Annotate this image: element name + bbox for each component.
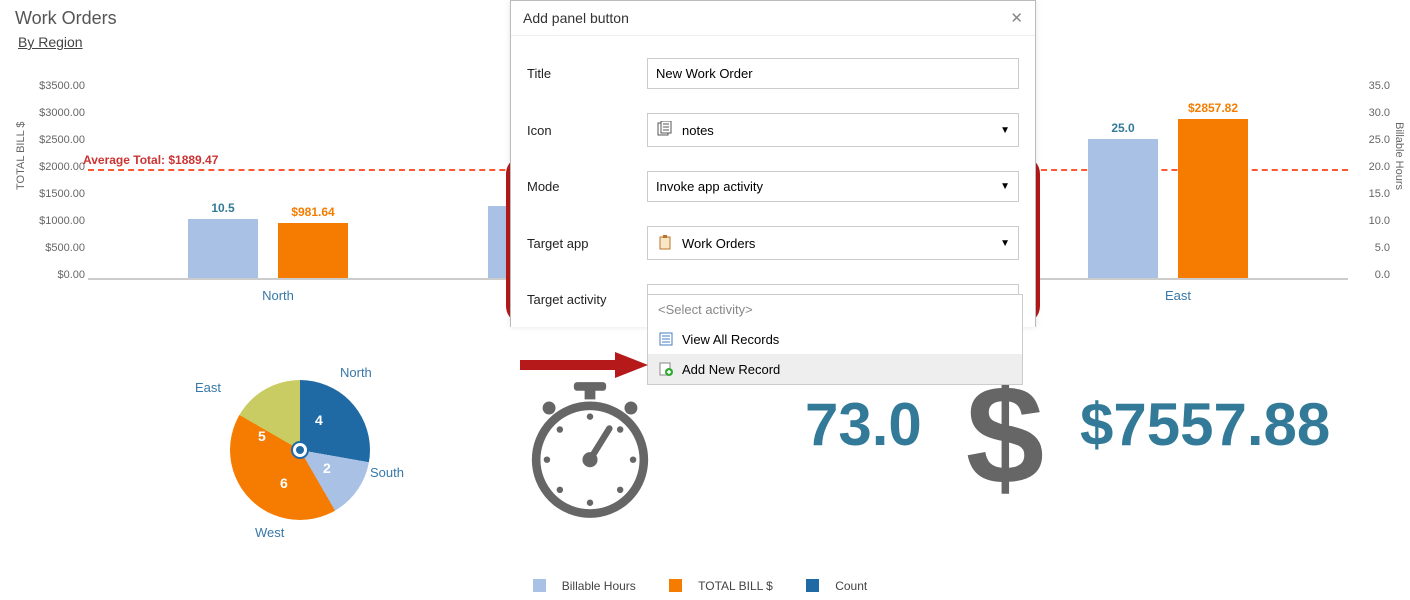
dropdown-option-view-all[interactable]: View All Records bbox=[648, 324, 1022, 354]
pie-chart[interactable]: 4 2 6 5 bbox=[230, 380, 370, 520]
close-icon[interactable]: ✕ bbox=[1010, 9, 1023, 27]
chart-legend: Billable Hours TOTAL BILL $ Count bbox=[0, 579, 1410, 596]
chevron-down-icon: ▼ bbox=[1000, 238, 1010, 249]
right-axis-label: Billable Hours bbox=[1393, 122, 1405, 190]
stopwatch-icon bbox=[525, 380, 655, 525]
chevron-down-icon: ▼ bbox=[1000, 125, 1010, 136]
icon-label: Icon bbox=[527, 123, 647, 138]
svg-text:$: $ bbox=[966, 375, 1044, 505]
target-activity-dropdown: <Select activity> View All Records Add N… bbox=[647, 294, 1023, 385]
kpi-dollar-value: $7557.88 bbox=[1080, 390, 1330, 459]
pie-slice-north-count: 4 bbox=[315, 412, 323, 428]
category-north: North bbox=[178, 288, 378, 303]
legend-item-count[interactable]: Count bbox=[806, 579, 877, 593]
add-panel-button-modal: Add panel button ✕ Title Icon notes ▼ Mo… bbox=[510, 0, 1036, 327]
pie-label-east: East bbox=[195, 380, 221, 395]
dropdown-option-add-new[interactable]: Add New Record bbox=[648, 354, 1022, 384]
pie-chart-area: 4 2 6 5 North South West East bbox=[175, 360, 425, 570]
pie-slice-east-count: 5 bbox=[258, 428, 266, 444]
modal-title: Add panel button bbox=[523, 10, 629, 26]
bar-east-hours[interactable]: 25.0 bbox=[1088, 139, 1158, 278]
chevron-down-icon: ▼ bbox=[1000, 181, 1010, 192]
bar-east-bill[interactable]: $2857.82 bbox=[1178, 119, 1248, 278]
bar-north-hours[interactable]: 10.5 bbox=[188, 219, 258, 278]
target-app-label: Target app bbox=[527, 236, 647, 251]
pie-label-south: South bbox=[370, 465, 404, 480]
legend-item-hours[interactable]: Billable Hours bbox=[533, 579, 646, 593]
left-axis-label: TOTAL BILL $ bbox=[15, 122, 27, 190]
mode-select[interactable]: Invoke app activity ▼ bbox=[647, 171, 1019, 202]
legend-item-bill[interactable]: TOTAL BILL $ bbox=[669, 579, 783, 593]
dollar-icon: $ bbox=[955, 375, 1055, 510]
kpi-hours-value: 73.0 bbox=[805, 390, 922, 459]
pie-slice-west-count: 6 bbox=[280, 475, 288, 491]
category-east: East bbox=[1078, 288, 1278, 303]
notes-icon bbox=[656, 121, 674, 139]
clipboard-icon bbox=[656, 234, 674, 252]
pie-label-west: West bbox=[255, 525, 284, 540]
target-activity-label: Target activity bbox=[527, 292, 647, 307]
bar-north-bill[interactable]: $981.64 bbox=[278, 223, 348, 278]
right-axis-ticks: 35.030.0 25.020.0 15.010.0 5.00.0 bbox=[1350, 80, 1390, 296]
pie-label-north: North bbox=[340, 365, 372, 380]
mode-label: Mode bbox=[527, 179, 647, 194]
dropdown-option-placeholder[interactable]: <Select activity> bbox=[648, 295, 1022, 324]
title-label: Title bbox=[527, 66, 647, 81]
left-axis-ticks: $3500.00$3000.00 $2500.00$2000.00 $1500.… bbox=[30, 80, 85, 296]
arrow-annotation bbox=[520, 350, 650, 385]
target-app-select[interactable]: Work Orders ▼ bbox=[647, 226, 1019, 260]
list-icon bbox=[658, 331, 674, 347]
pie-slice-south-count: 2 bbox=[323, 460, 331, 476]
add-record-icon bbox=[658, 361, 674, 377]
average-line-label: Average Total: $1889.47 bbox=[83, 153, 218, 167]
title-input[interactable] bbox=[647, 58, 1019, 89]
pie-center-dot bbox=[293, 443, 307, 457]
icon-select[interactable]: notes ▼ bbox=[647, 113, 1019, 147]
